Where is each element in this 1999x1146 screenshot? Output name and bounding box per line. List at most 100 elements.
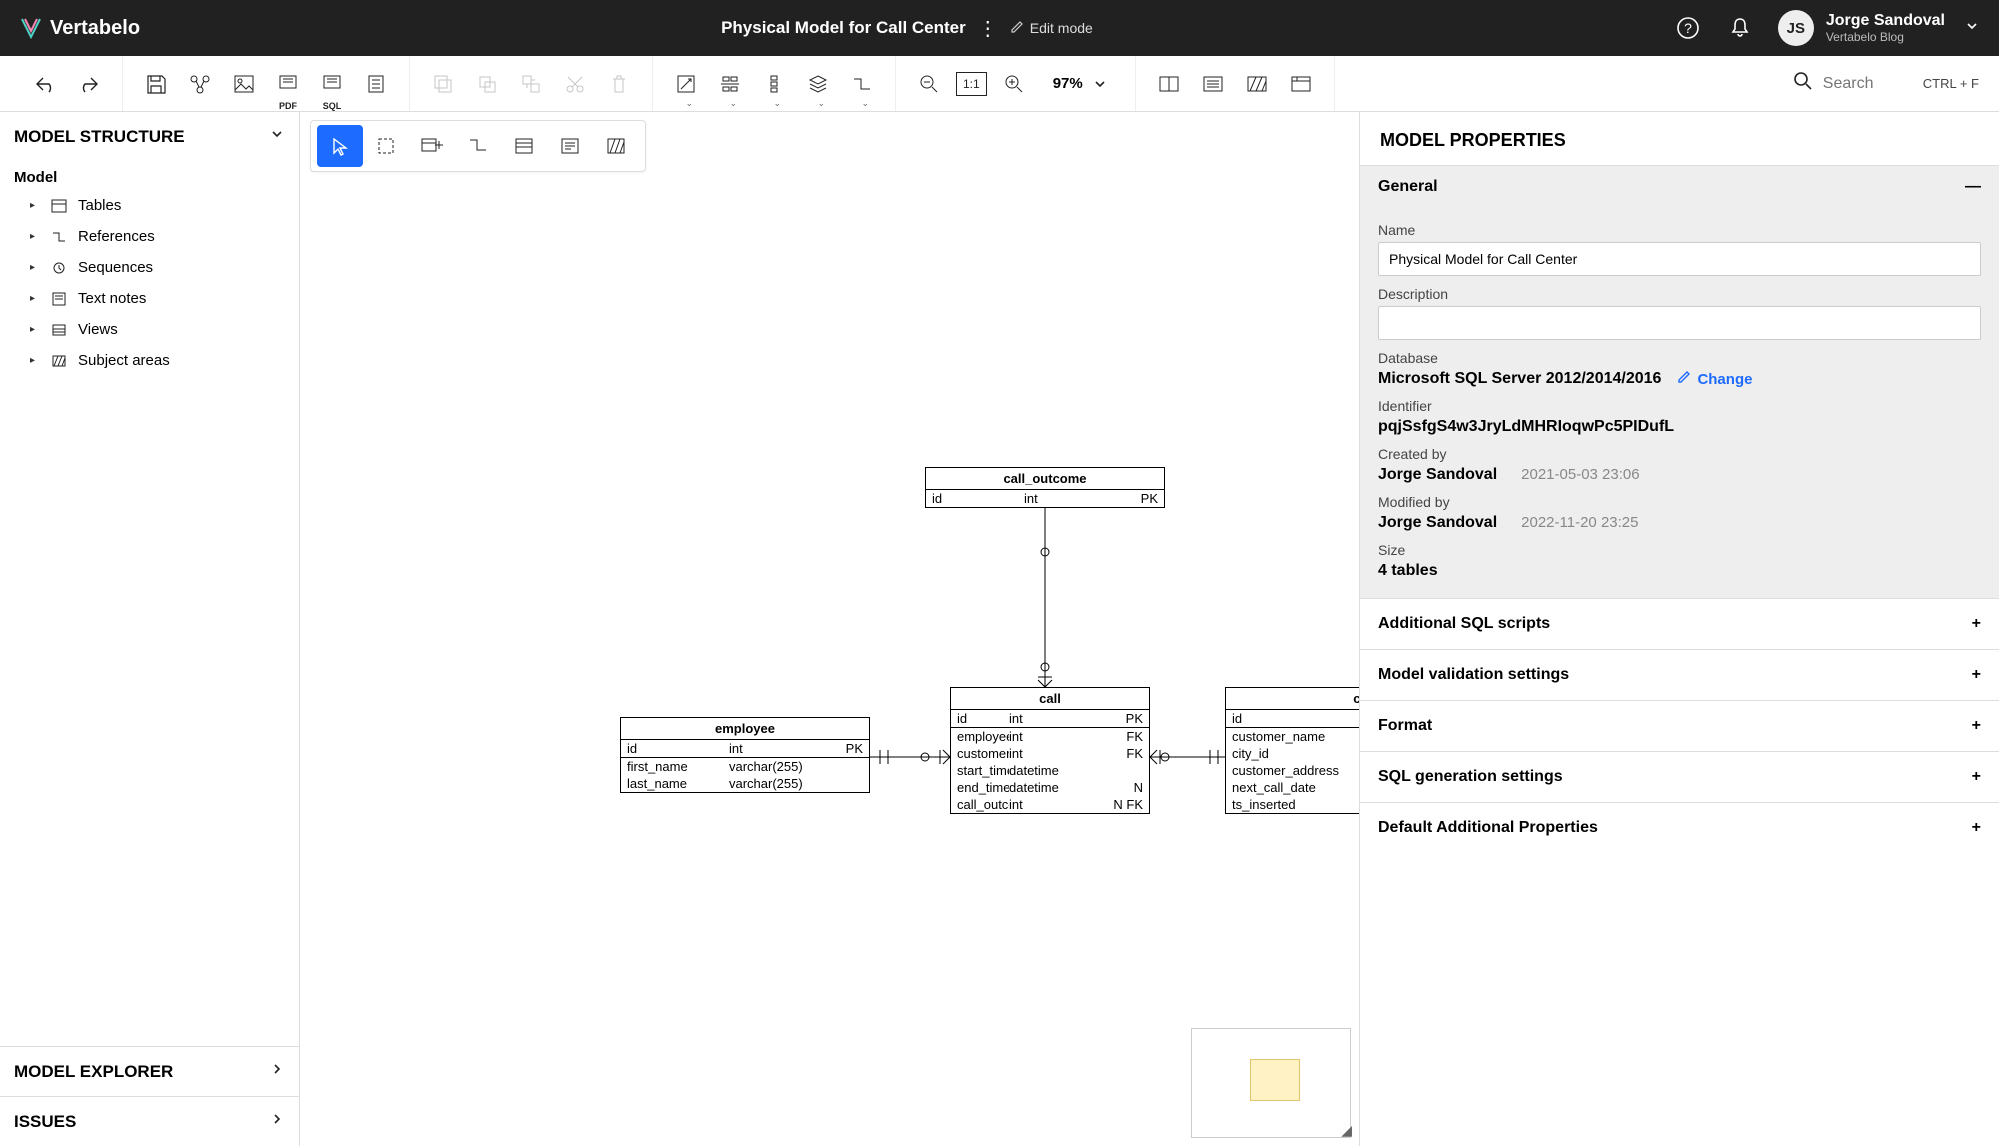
pdf-label: PDF	[279, 101, 297, 111]
tree-textnotes[interactable]: ▸Text notes	[30, 283, 285, 314]
plus-icon: +	[1972, 768, 1981, 786]
copy-button	[426, 67, 460, 101]
created-at: 2021-05-03 23:06	[1521, 466, 1639, 483]
tree-sequences[interactable]: ▸Sequences	[30, 252, 285, 283]
svg-text:?: ?	[1684, 20, 1692, 36]
resize-handle-icon[interactable]: ◢	[1341, 1122, 1352, 1139]
redo-button[interactable]	[72, 67, 106, 101]
er-table-call-outcome[interactable]: call_outcome idintPK	[925, 467, 1165, 508]
table-icon	[50, 199, 68, 213]
export-pdf-button[interactable]: PDF	[271, 67, 305, 101]
undo-button[interactable]	[28, 67, 62, 101]
sequence-icon	[50, 261, 68, 275]
view-stripe-button[interactable]	[1240, 67, 1274, 101]
change-db-link[interactable]: Change	[1677, 370, 1752, 388]
view-split-button[interactable]	[1152, 67, 1186, 101]
view-icon	[50, 323, 68, 337]
zoom-out-button[interactable]	[912, 67, 946, 101]
plus-icon: +	[1972, 819, 1981, 837]
connectors	[300, 112, 1359, 1146]
align-v-button[interactable]: ⌄	[757, 67, 791, 101]
section-sql-scripts[interactable]: Additional SQL scripts+	[1360, 598, 1999, 649]
model-tree: ▸Tables ▸References ▸Sequences ▸Text not…	[0, 190, 299, 388]
er-table-customer[interactable]: customer idintPK customer_namevarchar(25…	[1225, 687, 1359, 814]
user-menu[interactable]: JS Jorge Sandoval Vertabelo Blog	[1778, 10, 1979, 46]
toolbar: PDF SQL ⌄ ⌄ ⌄ ⌄ ⌄ 1:1 97% CTRL + F	[0, 56, 1999, 112]
canvas-toolbar	[310, 120, 646, 172]
fit-button[interactable]: ⌄	[669, 67, 703, 101]
issues-label: ISSUES	[14, 1112, 76, 1132]
tree-tables[interactable]: ▸Tables	[30, 190, 285, 221]
section-default-props[interactable]: Default Additional Properties+	[1360, 802, 1999, 853]
add-area-tool[interactable]	[593, 125, 639, 167]
er-table-call[interactable]: call idintPK employee_iintFK customer_ii…	[950, 687, 1150, 814]
save-button[interactable]	[139, 67, 173, 101]
model-root[interactable]: Model	[0, 161, 299, 190]
routing-button[interactable]: ⌄	[845, 67, 879, 101]
layers-button[interactable]: ⌄	[801, 67, 835, 101]
export-sql-button[interactable]: SQL	[315, 67, 349, 101]
plus-icon: +	[1972, 615, 1981, 633]
brand-logo[interactable]: Vertabelo	[20, 17, 140, 40]
model-structure-label: MODEL STRUCTURE	[14, 127, 185, 147]
modified-label: Modified by	[1378, 494, 1981, 510]
minimap-viewport[interactable]	[1250, 1059, 1300, 1101]
model-structure-header[interactable]: MODEL STRUCTURE	[0, 112, 299, 161]
share-button[interactable]	[183, 67, 217, 101]
align-h-button[interactable]: ⌄	[713, 67, 747, 101]
bell-icon[interactable]	[1726, 14, 1754, 42]
logo-mark-icon	[20, 17, 42, 39]
identifier-label: Identifier	[1378, 398, 1981, 414]
desc-label: Description	[1378, 286, 1981, 302]
zoom-dropdown[interactable]: 97%	[1041, 75, 1119, 92]
area-icon	[50, 354, 68, 368]
diagram-canvas[interactable]: call_outcome idintPK call idintPK employ…	[300, 112, 1359, 1146]
top-header: Vertabelo Physical Model for Call Center…	[0, 0, 1999, 56]
marquee-tool[interactable]	[363, 125, 409, 167]
add-view-tool[interactable]	[501, 125, 547, 167]
chevron-down-icon	[269, 126, 285, 147]
edit-mode-toggle[interactable]: Edit mode	[1010, 20, 1093, 37]
modified-at: 2022-11-20 23:25	[1521, 514, 1638, 531]
model-explorer-header[interactable]: MODEL EXPLORER	[0, 1046, 299, 1096]
properties-title: MODEL PROPERTIES	[1360, 112, 1999, 165]
created-by: Jorge Sandoval	[1378, 466, 1497, 484]
help-icon[interactable]: ?	[1674, 14, 1702, 42]
section-format[interactable]: Format+	[1360, 700, 1999, 751]
paste-button	[470, 67, 504, 101]
plus-icon: +	[1972, 666, 1981, 684]
tree-subjectareas[interactable]: ▸Subject areas	[30, 345, 285, 376]
add-table-tool[interactable]	[409, 125, 455, 167]
zoom-in-button[interactable]	[997, 67, 1031, 101]
user-name: Jorge Sandoval	[1826, 12, 1945, 30]
section-general[interactable]: General —	[1360, 165, 1999, 208]
minus-icon: —	[1965, 178, 1981, 196]
model-desc-input[interactable]	[1378, 306, 1981, 340]
model-name-input[interactable]	[1378, 242, 1981, 276]
edit-mode-label: Edit mode	[1030, 20, 1093, 36]
section-sql-gen[interactable]: SQL generation settings+	[1360, 751, 1999, 802]
view-canvas-button[interactable]	[1284, 67, 1318, 101]
reference-icon	[50, 230, 68, 244]
export-image-button[interactable]	[227, 67, 261, 101]
er-table-employee[interactable]: employee idintPK first_namevarchar(255) …	[620, 717, 870, 793]
size-value: 4 tables	[1378, 562, 1438, 580]
search-icon	[1793, 71, 1813, 96]
section-validation[interactable]: Model validation settings+	[1360, 649, 1999, 700]
select-tool[interactable]	[317, 125, 363, 167]
tree-references[interactable]: ▸References	[30, 221, 285, 252]
view-detail-button[interactable]	[1196, 67, 1230, 101]
cut-button	[558, 67, 592, 101]
zoom-reset-button[interactable]: 1:1	[956, 72, 987, 96]
tree-views[interactable]: ▸Views	[30, 314, 285, 345]
issues-header[interactable]: ISSUES	[0, 1096, 299, 1146]
model-explorer-label: MODEL EXPLORER	[14, 1062, 173, 1082]
add-reference-tool[interactable]	[455, 125, 501, 167]
note-icon	[50, 292, 68, 306]
search-input[interactable]	[1823, 75, 1913, 93]
model-menu-icon[interactable]: ⋮	[978, 16, 998, 41]
db-value: Microsoft SQL Server 2012/2014/2016	[1378, 370, 1661, 388]
add-note-tool[interactable]	[547, 125, 593, 167]
import-button[interactable]	[359, 67, 393, 101]
minimap[interactable]: ◢	[1191, 1028, 1351, 1138]
